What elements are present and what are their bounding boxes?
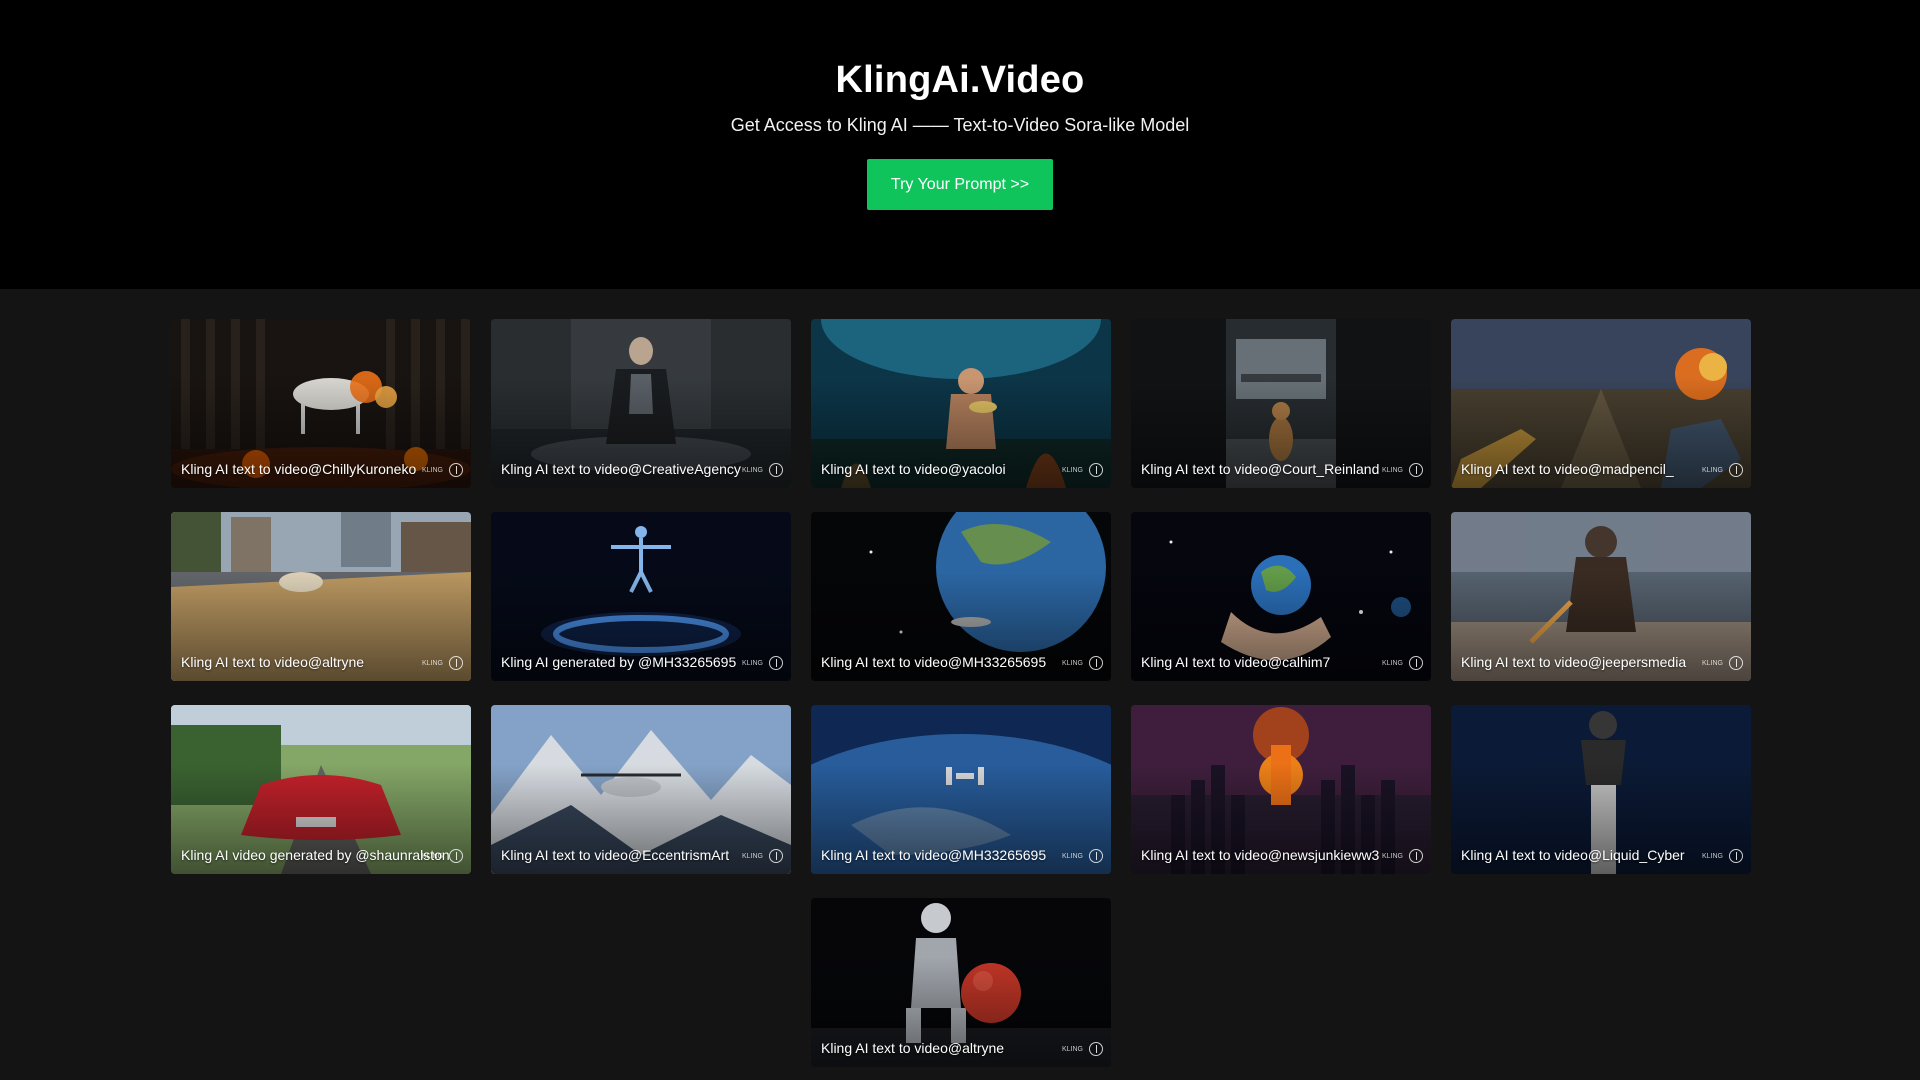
hero-section: KlingAi.Video Get Access to Kling AI —— … bbox=[0, 0, 1920, 289]
kling-watermark: KLING bbox=[1062, 463, 1103, 477]
video-card[interactable]: Kling AI text to video@calhim7 KLING bbox=[1131, 512, 1431, 681]
watermark-text: KLING bbox=[1061, 466, 1083, 474]
kling-logo-icon bbox=[449, 656, 463, 670]
kling-watermark: KLING bbox=[1062, 849, 1103, 863]
watermark-text: KLING bbox=[1381, 466, 1403, 474]
kling-logo-icon bbox=[1409, 849, 1423, 863]
kling-watermark: KLING bbox=[742, 849, 783, 863]
video-card[interactable]: Kling AI text to video@Court_Reinland KLI… bbox=[1131, 319, 1431, 488]
kling-logo-icon bbox=[1729, 849, 1743, 863]
video-card[interactable]: Kling AI text to video@newsjunkieww3 KLIN… bbox=[1131, 705, 1431, 874]
watermark-text: KLING bbox=[1061, 1045, 1083, 1053]
try-prompt-button[interactable]: Try Your Prompt >> bbox=[867, 159, 1053, 210]
video-caption: Kling AI text to video@newsjunkieww3 bbox=[1141, 847, 1380, 863]
video-card[interactable]: Kling AI text to video@jeepersmedia KLING bbox=[1451, 512, 1751, 681]
video-card[interactable]: Kling AI generated by @MH33265695 KLING bbox=[491, 512, 791, 681]
video-card[interactable]: Kling AI text to video@MH33265695 KLING bbox=[811, 705, 1111, 874]
kling-logo-icon bbox=[769, 849, 783, 863]
video-caption: Kling AI text to video@Liquid_Cyber bbox=[1461, 847, 1685, 863]
video-caption: Kling AI generated by @MH33265695 bbox=[501, 654, 737, 670]
video-card[interactable]: Kling AI text to video@altryne KLING bbox=[811, 898, 1111, 1067]
kling-watermark: KLING bbox=[1382, 463, 1423, 477]
video-caption: Kling AI text to video@ChillyKuroneko bbox=[181, 461, 417, 477]
video-card[interactable]: Kling AI text to video@CreativeAgency KLI… bbox=[491, 319, 791, 488]
watermark-text: KLING bbox=[1061, 852, 1083, 860]
kling-logo-icon bbox=[769, 656, 783, 670]
kling-watermark: KLING bbox=[742, 656, 783, 670]
kling-watermark: KLING bbox=[1062, 1042, 1103, 1056]
kling-watermark: KLING bbox=[1062, 656, 1103, 670]
kling-watermark: KLING bbox=[742, 463, 783, 477]
kling-logo-icon bbox=[1089, 1042, 1103, 1056]
watermark-text: KLING bbox=[741, 852, 763, 860]
watermark-text: KLING bbox=[1701, 852, 1723, 860]
site-subtitle: Get Access to Kling AI —— Text-to-Video … bbox=[730, 115, 1190, 135]
kling-logo-icon bbox=[449, 463, 463, 477]
video-card[interactable]: Kling AI text to video@MH33265695 KLING bbox=[811, 512, 1111, 681]
kling-watermark: KLING bbox=[422, 656, 463, 670]
video-card[interactable]: Kling AI text to video@EccentrismArt KLIN… bbox=[491, 705, 791, 874]
kling-logo-icon bbox=[1089, 463, 1103, 477]
video-caption: Kling AI text to video@madpencil_ bbox=[1461, 461, 1674, 477]
watermark-text: KLING bbox=[421, 659, 443, 667]
kling-watermark: KLING bbox=[1702, 849, 1743, 863]
video-caption: Kling AI text to video@altryne bbox=[821, 1040, 1005, 1056]
video-card[interactable]: Kling AI text to video@yacoloi KLING bbox=[811, 319, 1111, 488]
watermark-text: KLING bbox=[1381, 659, 1403, 667]
kling-logo-icon bbox=[1409, 656, 1423, 670]
video-caption: Kling AI text to video@calhim7 bbox=[1141, 654, 1331, 670]
video-card[interactable]: Kling AI text to video@Liquid_Cyber KLING bbox=[1451, 705, 1751, 874]
video-caption: Kling AI text to video@yacoloi bbox=[821, 461, 1006, 477]
kling-watermark: KLING bbox=[422, 463, 463, 477]
kling-logo-icon bbox=[769, 463, 783, 477]
kling-logo-icon bbox=[1729, 463, 1743, 477]
watermark-text: KLING bbox=[741, 466, 763, 474]
kling-watermark: KLING bbox=[1702, 656, 1743, 670]
video-card[interactable]: Kling AI text to video@altryne KLING bbox=[171, 512, 471, 681]
kling-logo-icon bbox=[1729, 656, 1743, 670]
kling-logo-icon bbox=[1089, 656, 1103, 670]
watermark-text: KLING bbox=[1381, 852, 1403, 860]
watermark-text: KLING bbox=[741, 659, 763, 667]
kling-watermark: KLING bbox=[1702, 463, 1743, 477]
video-caption: Kling AI text to video@Court_Reinland bbox=[1141, 461, 1380, 477]
kling-watermark: KLING bbox=[422, 849, 463, 863]
video-caption: Kling AI text to video@jeepersmedia bbox=[1461, 654, 1687, 670]
kling-watermark: KLING bbox=[1382, 849, 1423, 863]
watermark-text: KLING bbox=[421, 466, 443, 474]
watermark-text: KLING bbox=[1701, 659, 1723, 667]
site-title: KlingAi.Video bbox=[835, 59, 1085, 101]
video-caption: Kling AI text to video@MH33265695 bbox=[821, 654, 1047, 670]
watermark-text: KLING bbox=[421, 852, 443, 860]
watermark-text: KLING bbox=[1701, 466, 1723, 474]
video-gallery: Kling AI text to video@ChillyKuroneko KLI… bbox=[171, 319, 1751, 1067]
video-card[interactable]: Kling AI text to video@madpencil_ KLING bbox=[1451, 319, 1751, 488]
video-caption: Kling AI text to video@MH33265695 bbox=[821, 847, 1047, 863]
kling-logo-icon bbox=[1409, 463, 1423, 477]
video-card[interactable]: Kling AI text to video@ChillyKuroneko KLI… bbox=[171, 319, 471, 488]
video-card[interactable]: Kling AI video generated by @shaunralsto… bbox=[171, 705, 471, 874]
kling-watermark: KLING bbox=[1382, 656, 1423, 670]
video-caption: Kling AI text to video@EccentrismArt bbox=[501, 847, 730, 863]
video-caption: Kling AI video generated by @shaunralsto… bbox=[181, 847, 450, 863]
video-caption: Kling AI text to video@CreativeAgency bbox=[501, 461, 741, 477]
kling-logo-icon bbox=[449, 849, 463, 863]
kling-logo-icon bbox=[1089, 849, 1103, 863]
video-caption: Kling AI text to video@altryne bbox=[181, 654, 365, 670]
watermark-text: KLING bbox=[1061, 659, 1083, 667]
